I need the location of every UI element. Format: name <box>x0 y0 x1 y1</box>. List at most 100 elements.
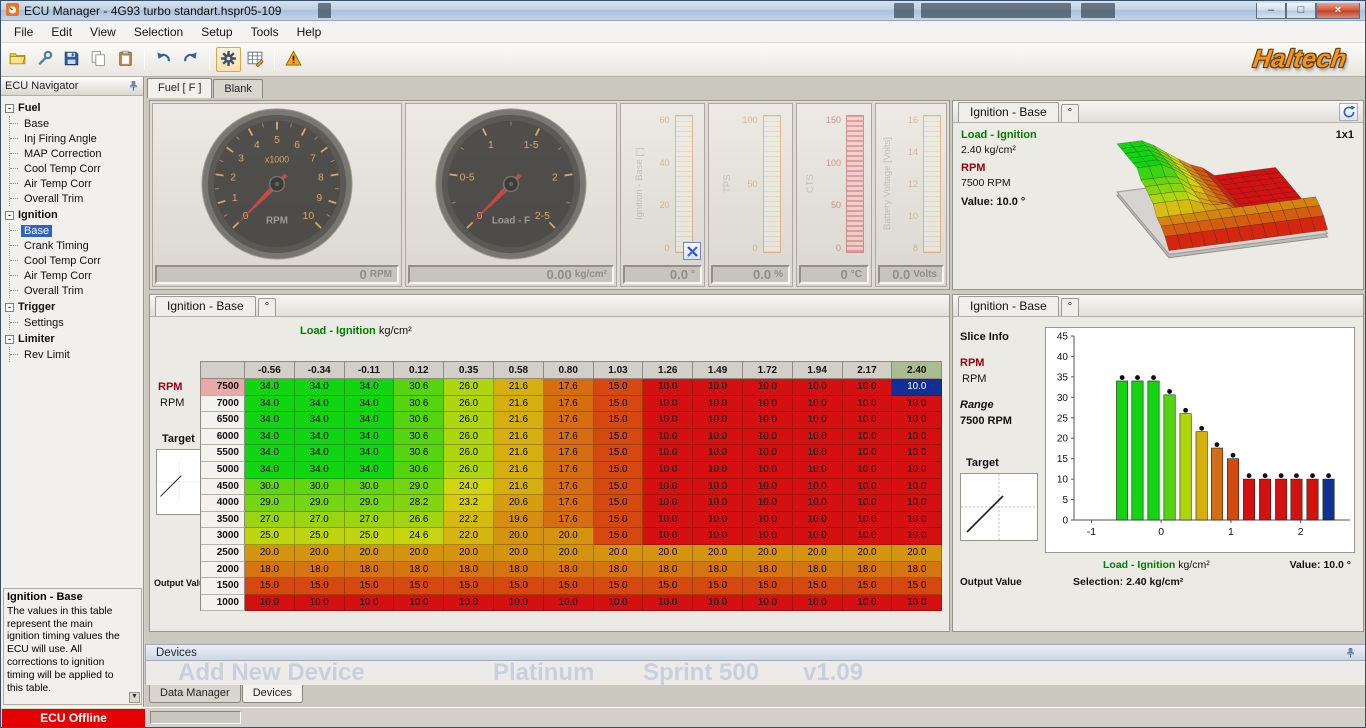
row-header-6500[interactable]: 6500 <box>201 412 245 429</box>
map-cell-r8-c2[interactable]: 27.0 <box>344 511 395 529</box>
map-cell-r4-c4[interactable]: 26.0 <box>444 445 494 462</box>
map-cell-r2-c6[interactable]: 17.6 <box>543 412 594 429</box>
map-cell-r6-c10[interactable]: 10.0 <box>742 478 793 496</box>
tree-item-fuel-cool-temp-corr[interactable]: Cool Temp Corr <box>10 161 141 176</box>
map-cell-r0-c4[interactable]: 26.0 <box>444 379 494 396</box>
col-header-1.72[interactable]: 1.72 <box>742 362 793 379</box>
col-header--0.56[interactable]: -0.56 <box>245 362 295 379</box>
map-cell-r10-c12[interactable]: 20.0 <box>842 544 893 562</box>
menu-file[interactable]: File <box>5 21 42 42</box>
open-folder-button[interactable] <box>5 47 30 72</box>
map-cell-r6-c0[interactable]: 30.0 <box>245 478 295 496</box>
map-cell-r13-c6[interactable]: 10.0 <box>543 594 594 612</box>
map-cell-r12-c10[interactable]: 15.0 <box>742 578 793 595</box>
map-cell-r6-c4[interactable]: 24.0 <box>444 478 494 496</box>
map-cell-r6-c2[interactable]: 30.0 <box>344 478 395 496</box>
map-cell-r7-c4[interactable]: 23.2 <box>444 495 494 512</box>
map-cell-r12-c5[interactable]: 15.0 <box>493 578 544 595</box>
map-cell-r9-c1[interactable]: 25.0 <box>294 528 345 545</box>
row-header-7500[interactable]: 7500 <box>201 379 245 396</box>
map-cell-r4-c10[interactable]: 10.0 <box>742 445 793 462</box>
map-cell-r8-c7[interactable]: 15.0 <box>593 511 644 529</box>
map-cell-r6-c8[interactable]: 10.0 <box>643 478 694 496</box>
map-cell-r5-c1[interactable]: 34.0 <box>294 461 345 479</box>
tree-item-ignition-cool-temp-corr[interactable]: Cool Temp Corr <box>10 253 141 268</box>
map-cell-r3-c11[interactable]: 10.0 <box>792 428 843 446</box>
map-cell-r9-c0[interactable]: 25.0 <box>245 528 295 545</box>
row-header-3000[interactable]: 3000 <box>201 528 245 545</box>
refresh-button[interactable] <box>1339 103 1358 121</box>
map-cell-r4-c0[interactable]: 34.0 <box>245 445 295 462</box>
map-cell-r9-c8[interactable]: 10.0 <box>643 528 694 545</box>
tree-item-ignition-air-temp-corr[interactable]: Air Temp Corr <box>10 268 141 283</box>
map-cell-r13-c2[interactable]: 10.0 <box>344 594 395 612</box>
deg-tab[interactable]: ° <box>257 298 277 316</box>
tree-item-ignition-crank-timing[interactable]: Crank Timing <box>10 238 141 253</box>
map-cell-r4-c7[interactable]: 15.0 <box>593 445 644 462</box>
map-cell-r6-c5[interactable]: 21.6 <box>493 478 544 496</box>
map-cell-r0-c7[interactable]: 15.0 <box>593 379 644 396</box>
tree-node-fuel[interactable]: - Fuel <box>5 100 141 116</box>
map-cell-r8-c6[interactable]: 17.6 <box>543 511 594 529</box>
map-cell-r3-c2[interactable]: 34.0 <box>344 428 395 446</box>
map-cell-r8-c8[interactable]: 10.0 <box>643 511 694 529</box>
map-cell-r12-c2[interactable]: 15.0 <box>344 578 395 595</box>
map-cell-r6-c9[interactable]: 10.0 <box>693 478 743 496</box>
row-header-4000[interactable]: 4000 <box>201 495 245 512</box>
map-cell-r6-c13[interactable]: 10.0 <box>892 478 943 496</box>
map-cell-r3-c10[interactable]: 10.0 <box>742 428 793 446</box>
map-cell-r1-c4[interactable]: 26.0 <box>444 395 494 413</box>
map-cell-r10-c9[interactable]: 20.0 <box>693 544 743 562</box>
map-cell-r7-c8[interactable]: 10.0 <box>643 495 694 512</box>
map-cell-r10-c7[interactable]: 20.0 <box>593 544 644 562</box>
menu-help[interactable]: Help <box>288 21 331 42</box>
map-cell-r9-c12[interactable]: 10.0 <box>842 528 893 545</box>
map-cell-r3-c3[interactable]: 30.6 <box>394 428 445 446</box>
map-cell-r3-c1[interactable]: 34.0 <box>294 428 345 446</box>
map-cell-r13-c10[interactable]: 10.0 <box>742 594 793 612</box>
map-cell-r11-c9[interactable]: 18.0 <box>693 561 743 579</box>
map-cell-r2-c2[interactable]: 34.0 <box>344 412 395 429</box>
map-cell-r3-c8[interactable]: 10.0 <box>643 428 694 446</box>
map-cell-r4-c12[interactable]: 10.0 <box>842 445 893 462</box>
map-cell-r2-c7[interactable]: 15.0 <box>593 412 644 429</box>
map-cell-r12-c4[interactable]: 15.0 <box>444 578 494 595</box>
scroll-down-button[interactable]: ▼ <box>129 692 140 703</box>
map-cell-r10-c6[interactable]: 20.0 <box>543 544 594 562</box>
map-cell-r5-c7[interactable]: 15.0 <box>593 461 644 479</box>
map-cell-r2-c9[interactable]: 10.0 <box>693 412 743 429</box>
tree-item-fuel-overall-trim[interactable]: Overall Trim <box>10 191 141 206</box>
map-cell-r7-c3[interactable]: 28.2 <box>394 495 445 512</box>
close-button[interactable]: × <box>1316 2 1360 19</box>
map-cell-r8-c9[interactable]: 10.0 <box>693 511 743 529</box>
map-cell-r13-c13[interactable]: 10.0 <box>892 594 943 612</box>
map-cell-r8-c1[interactable]: 27.0 <box>294 511 345 529</box>
collapse-icon[interactable]: - <box>5 103 14 113</box>
col-header-0.12[interactable]: 0.12 <box>394 362 445 379</box>
row-header-5000[interactable]: 5000 <box>201 461 245 479</box>
map-cell-r11-c7[interactable]: 18.0 <box>593 561 644 579</box>
settings-gear-button[interactable] <box>216 47 241 72</box>
map-cell-r1-c7[interactable]: 15.0 <box>593 395 644 413</box>
map-cell-r9-c7[interactable]: 15.0 <box>593 528 644 545</box>
map-cell-r12-c0[interactable]: 15.0 <box>245 578 295 595</box>
map-cell-r5-c4[interactable]: 26.0 <box>444 461 494 479</box>
map-cell-r1-c1[interactable]: 34.0 <box>294 395 345 413</box>
save-button[interactable] <box>59 47 84 72</box>
map-cell-r0-c3[interactable]: 30.6 <box>394 379 445 396</box>
map-cell-r0-c0[interactable]: 34.0 <box>245 379 295 396</box>
map-cell-r4-c13[interactable]: 10.0 <box>892 445 943 462</box>
map-cell-r1-c2[interactable]: 34.0 <box>344 395 395 413</box>
tree-item-ignition-overall-trim[interactable]: Overall Trim <box>10 283 141 298</box>
map-cell-r9-c9[interactable]: 10.0 <box>693 528 743 545</box>
menu-view[interactable]: View <box>81 21 125 42</box>
map-cell-r4-c9[interactable]: 10.0 <box>693 445 743 462</box>
map-cell-r3-c13[interactable]: 10.0 <box>892 428 943 446</box>
map-cell-r2-c0[interactable]: 34.0 <box>245 412 295 429</box>
map-cell-r5-c0[interactable]: 34.0 <box>245 461 295 479</box>
map-cell-r12-c6[interactable]: 15.0 <box>543 578 594 595</box>
tree-node-trigger[interactable]: - Trigger <box>5 299 141 315</box>
tree-item-ignition-base[interactable]: Base <box>10 223 141 238</box>
map-cell-r13-c1[interactable]: 10.0 <box>294 594 345 612</box>
row-header-6000[interactable]: 6000 <box>201 428 245 446</box>
